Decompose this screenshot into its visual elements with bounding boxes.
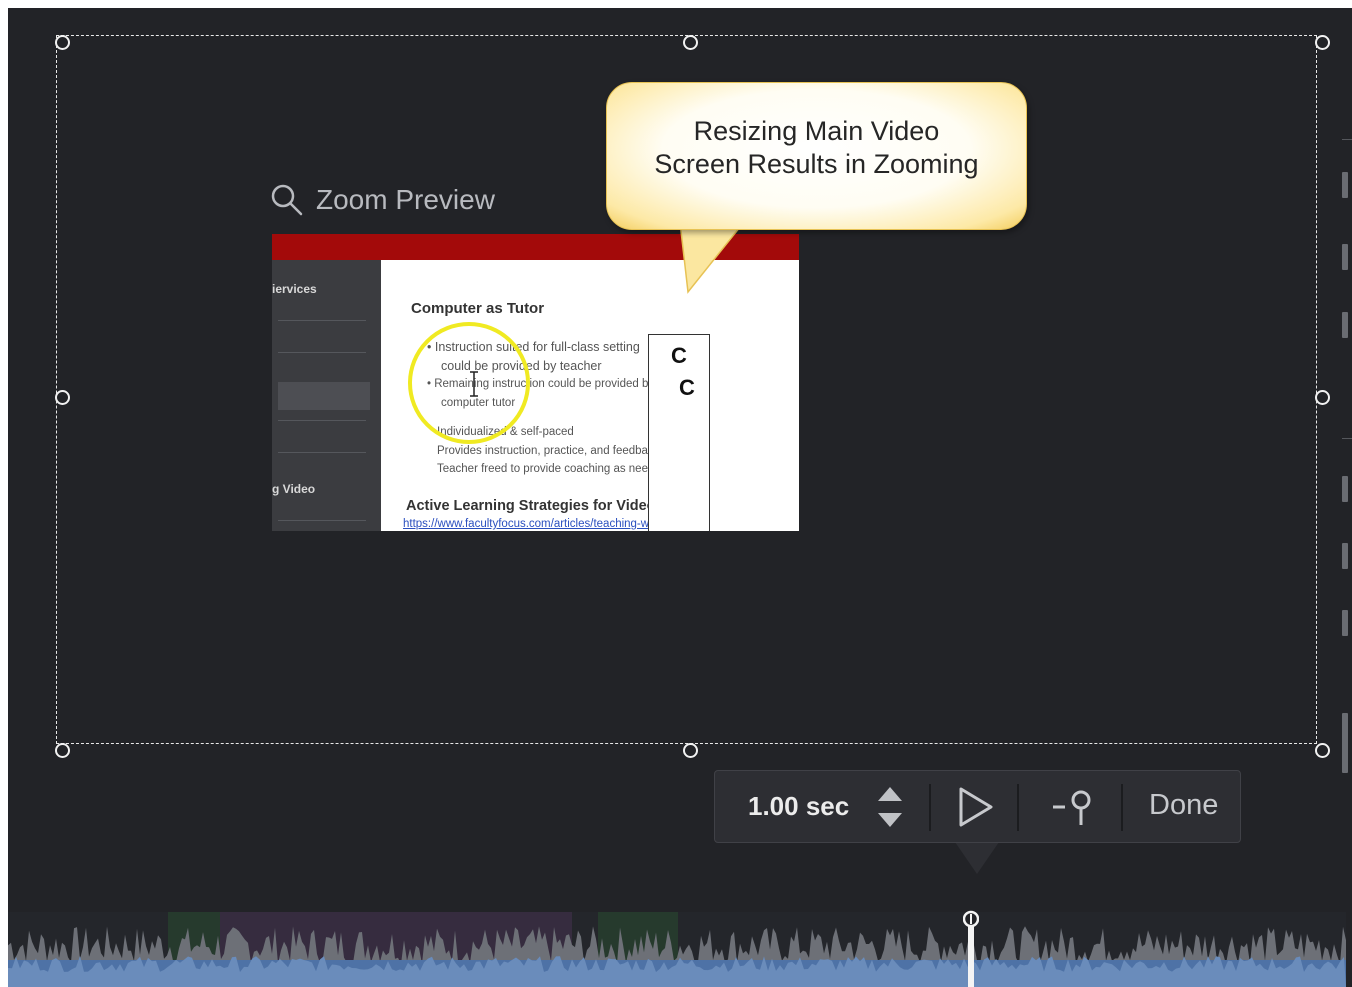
resize-handle-top[interactable] (683, 35, 698, 50)
resize-handle-right[interactable] (1315, 390, 1330, 405)
zoom-animation-toolbar: 1.00 sec Done (714, 770, 1241, 843)
sidebar-text: iervices (272, 282, 317, 296)
callout-line-2: Screen Results in Zooming (654, 149, 979, 179)
text-cursor-icon (470, 371, 478, 397)
doc-heading: Computer as Tutor (411, 300, 545, 317)
slide-box: C C (648, 334, 710, 531)
callout-line-1: Resizing Main Video (693, 116, 940, 146)
doc-subheading: Active Learning Strategies for Video (406, 498, 656, 514)
duration-value[interactable]: 1.00 sec (748, 791, 849, 822)
doc-link: https://www.facultyfocus.com/articles/te… (403, 518, 666, 530)
stepper-icon[interactable] (875, 783, 905, 831)
play-icon[interactable] (953, 785, 997, 829)
pin-icon[interactable] (1051, 785, 1103, 829)
callout-bubble[interactable]: Resizing Main Video Screen Results in Zo… (606, 82, 1027, 230)
resize-handle-bottom-right[interactable] (1315, 743, 1330, 758)
zoom-preview-text: Zoom Preview (316, 184, 495, 215)
box-letter: C (671, 343, 687, 368)
timeline-track[interactable] (8, 912, 1346, 987)
playhead[interactable] (963, 910, 979, 987)
resize-handle-bottom-left[interactable] (55, 743, 70, 758)
resize-handle-left[interactable] (55, 390, 70, 405)
done-button[interactable]: Done (1149, 789, 1218, 822)
toolbar-pointer (955, 842, 999, 874)
slide-sidebar: iervices g Video (272, 260, 381, 531)
box-letter: C (679, 375, 695, 400)
resize-handle-top-left[interactable] (55, 35, 70, 50)
doc-line: Teacher freed to provide coaching as nee… (437, 463, 668, 475)
properties-panel-edge (1340, 8, 1352, 987)
doc-line: Provides instruction, practice, and feed… (437, 445, 660, 457)
sidebar-text: g Video (272, 482, 316, 496)
search-icon (271, 184, 303, 216)
zoom-preview-label: Zoom Preview (270, 183, 495, 217)
resize-handle-bottom[interactable] (683, 743, 698, 758)
callout-tail (679, 222, 745, 294)
resize-handle-top-right[interactable] (1315, 35, 1330, 50)
